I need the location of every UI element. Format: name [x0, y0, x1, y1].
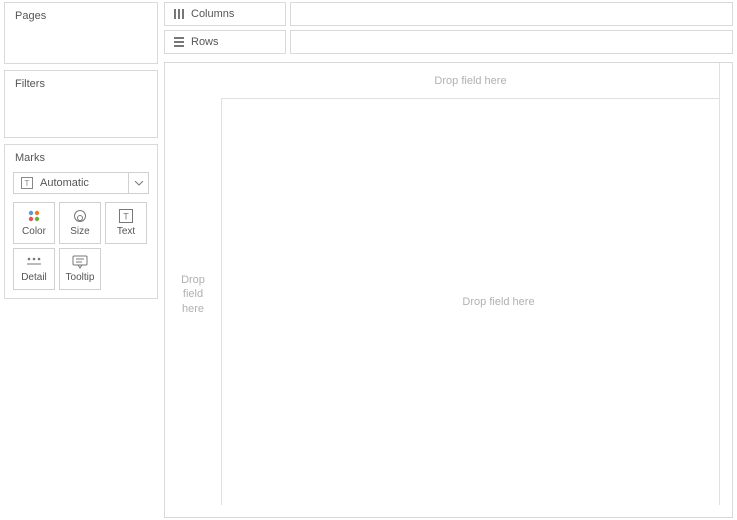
filters-title: Filters — [5, 71, 157, 97]
detail-label: Detail — [21, 272, 47, 283]
columns-icon — [173, 8, 185, 20]
rows-shelf[interactable]: Rows — [164, 30, 733, 54]
marks-title: Marks — [5, 145, 157, 170]
viz-divider-vertical — [221, 99, 222, 505]
size-button[interactable]: Size — [59, 202, 101, 244]
pages-title: Pages — [5, 3, 157, 29]
columns-shelf[interactable]: Columns — [164, 2, 733, 26]
rows-shelf-label-box: Rows — [164, 30, 286, 54]
rows-shelf-label: Rows — [191, 36, 219, 48]
tooltip-icon — [72, 255, 88, 269]
detail-icon — [26, 255, 42, 269]
viz-right-edge — [719, 63, 720, 505]
svg-text:T: T — [123, 212, 129, 222]
detail-button[interactable]: Detail — [13, 248, 55, 290]
mark-buttons: Color Size T — [5, 202, 157, 290]
rows-drop-zone[interactable] — [290, 30, 733, 54]
col-drop-placeholder: Drop field here — [221, 63, 720, 99]
svg-text:T: T — [25, 179, 30, 188]
sidebar: Pages Filters Marks T Automatic — [4, 2, 158, 518]
mark-type-label: Automatic — [40, 177, 128, 189]
tooltip-label: Tooltip — [66, 272, 95, 283]
rows-icon — [173, 36, 185, 48]
color-icon — [26, 209, 42, 223]
columns-shelf-label: Columns — [191, 8, 234, 20]
size-icon — [72, 209, 88, 223]
pages-shelf[interactable]: Pages — [4, 2, 158, 64]
filters-shelf[interactable]: Filters — [4, 70, 158, 138]
row-drop-placeholder: Drop field here — [165, 273, 221, 316]
marks-card: Marks T Automatic — [4, 144, 158, 299]
mark-type-dropdown[interactable]: T Automatic — [13, 172, 149, 194]
viz-row-header-area: Drop field here — [165, 63, 221, 517]
viz-body-area: Drop field here Drop field here — [221, 63, 732, 517]
columns-drop-zone[interactable] — [290, 2, 733, 26]
app-root: Pages Filters Marks T Automatic — [0, 0, 737, 520]
text-mark-icon: T — [20, 176, 34, 190]
body-drop-placeholder: Drop field here — [277, 99, 720, 505]
color-label: Color — [22, 226, 46, 237]
text-label: Text — [117, 226, 135, 237]
columns-shelf-label-box: Columns — [164, 2, 286, 26]
text-icon: T — [118, 209, 134, 223]
viz-canvas[interactable]: Drop field here Drop field here Drop fie… — [164, 62, 733, 518]
color-button[interactable]: Color — [13, 202, 55, 244]
main-area: Columns Rows Drop — [164, 2, 733, 518]
tooltip-button[interactable]: Tooltip — [59, 248, 101, 290]
text-button[interactable]: T Text — [105, 202, 147, 244]
size-label: Size — [70, 226, 89, 237]
chevron-down-icon — [128, 173, 148, 193]
